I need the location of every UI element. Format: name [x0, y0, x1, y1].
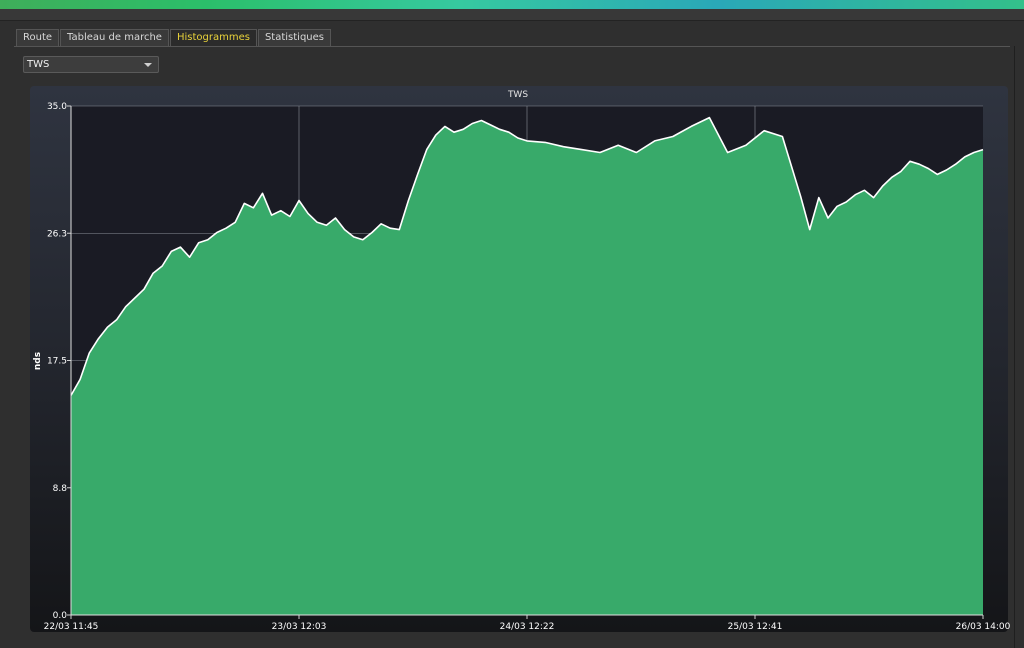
x-tick-label: 26/03 14:00 — [956, 622, 1011, 632]
y-tick-label: 17.5 — [47, 357, 67, 367]
x-tick-label: 23/03 12:03 — [272, 622, 327, 632]
y-tick-label: 26.3 — [47, 229, 67, 239]
y-axis-label: nds — [33, 352, 43, 370]
y-tick-label: 0.0 — [53, 611, 68, 621]
y-tick-label: 35.0 — [47, 102, 67, 112]
x-tick-label: 25/03 12:41 — [728, 622, 783, 632]
x-tick-label: 22/03 11:45 — [44, 622, 99, 632]
y-tick-label: 8.8 — [53, 484, 68, 494]
x-tick-label: 24/03 12:22 — [500, 622, 555, 632]
tws-chart: TWS nds 0.0 8.8 17.5 26.3 35.0 22/03 11:45 23/… — [33, 90, 1011, 632]
chart-title: TWS — [507, 90, 528, 100]
